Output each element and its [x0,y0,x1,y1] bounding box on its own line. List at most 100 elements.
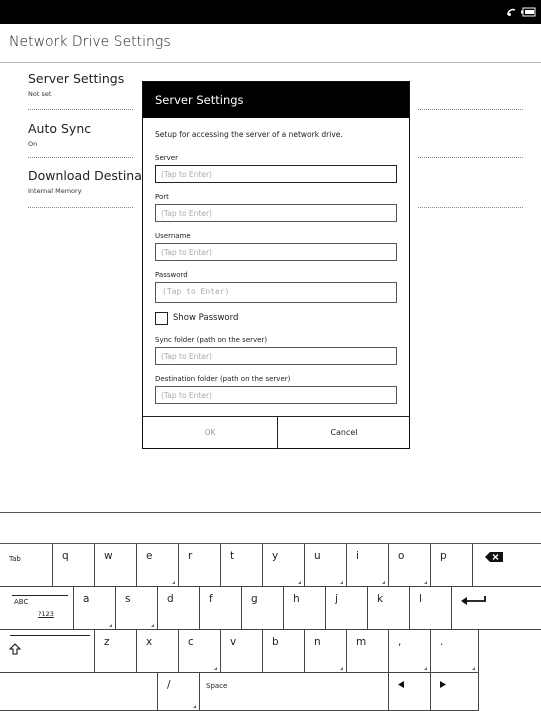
key-h[interactable]: h [284,587,326,630]
password-input[interactable]: (Tap to Enter) [155,282,397,303]
key-d[interactable]: d [158,587,200,630]
key-label: Tab [9,555,21,563]
key-b[interactable]: b [263,630,305,673]
key-right-arrow[interactable] [431,673,479,711]
divider [28,109,133,110]
key-enter[interactable] [452,587,541,630]
key-r[interactable]: r [179,544,221,587]
key-label: h [293,593,300,605]
key-label: j [335,593,338,605]
key-j[interactable]: j [326,587,368,630]
destination-folder-input[interactable]: (Tap to Enter) [155,386,397,404]
ok-button[interactable]: OK [143,417,277,449]
accent-marker [472,667,475,670]
title-bar: Network Drive Settings [0,24,541,63]
setting-title: Download Destina [28,168,142,183]
port-input[interactable]: (Tap to Enter) [155,204,397,222]
key-c[interactable]: c [179,630,221,673]
key-l[interactable]: l [410,587,452,630]
key-e[interactable]: e [137,544,179,587]
key-label: t [230,550,235,562]
dialog-header: Server Settings [143,82,409,118]
accent-marker [193,705,196,708]
password-label: Password [155,271,188,279]
backspace-icon [485,552,503,562]
key-y[interactable]: y [263,544,305,587]
setting-title: Server Settings [28,71,125,86]
username-input[interactable]: (Tap to Enter) [155,243,397,261]
key-u[interactable]: u [305,544,347,587]
server-settings-dialog: Server Settings Setup for accessing the … [142,81,410,449]
key-label: s [125,593,131,605]
cancel-button[interactable]: Cancel [277,417,410,449]
key-label: w [104,550,113,562]
key-divider-line [10,635,90,636]
key-label: . [440,636,444,648]
key-backspace[interactable] [473,544,541,587]
key-f[interactable]: f [200,587,242,630]
key-label: p [440,550,447,562]
key-comma[interactable]: , [389,630,431,673]
left-arrow-icon [398,681,404,688]
wifi-icon [507,8,516,16]
username-label: Username [155,232,191,240]
key-label: k [377,593,384,605]
key-label: / [167,679,171,691]
key-label: l [419,593,422,605]
key-p[interactable]: p [431,544,473,587]
key-label: n [314,636,321,648]
right-arrow-icon [440,681,446,688]
sync-folder-input[interactable]: (Tap to Enter) [155,347,397,365]
key-m[interactable]: m [347,630,389,673]
setting-value: On [28,140,38,148]
accent-marker [109,624,112,627]
setting-download-destination[interactable]: Download Destina Internal Memory [28,168,142,195]
key-label: x [146,636,153,648]
key-left-arrow[interactable] [389,673,431,711]
key-k[interactable]: k [368,587,410,630]
key-w[interactable]: w [95,544,137,587]
key-label: o [398,550,405,562]
key-shift[interactable] [0,630,95,673]
divider [28,157,133,158]
key-o[interactable]: o [389,544,431,587]
key-period[interactable]: . [431,630,479,673]
divider [418,109,523,110]
setting-auto-sync[interactable]: Auto Sync On [28,121,133,148]
key-label: d [167,593,174,605]
on-screen-keyboard: Tab q w e r t y u i o p ABC ?123 a s d f… [0,544,541,711]
key-label: , [398,636,402,648]
dialog-description: Setup for accessing the server of a netw… [155,130,343,139]
key-space[interactable]: Space [200,673,389,711]
keyboard-input-strip [0,512,541,544]
key-tab[interactable]: Tab [0,544,53,587]
page-title: Network Drive Settings [9,34,171,50]
setting-value: Not set [28,90,52,98]
key-label: i [356,550,359,562]
status-bar [0,0,541,24]
setting-server[interactable]: Server Settings Not set [28,71,133,98]
key-v[interactable]: v [221,630,263,673]
key-z[interactable]: z [95,630,137,673]
show-password-label[interactable]: Show Password [173,313,238,323]
key-q[interactable]: q [53,544,95,587]
key-g[interactable]: g [242,587,284,630]
key-i[interactable]: i [347,544,389,587]
key-blank[interactable] [0,673,158,711]
key-label: g [251,593,258,605]
key-slash[interactable]: / [158,673,200,711]
key-n[interactable]: n [305,630,347,673]
key-label-123: ?123 [38,610,54,618]
server-input[interactable]: (Tap to Enter) [155,165,397,183]
key-t[interactable]: t [221,544,263,587]
show-password-checkbox[interactable] [155,312,168,325]
key-a[interactable]: a [74,587,116,630]
key-s[interactable]: s [116,587,158,630]
key-label: y [272,550,279,562]
accent-marker [382,581,385,584]
key-label: u [314,550,321,562]
destination-folder-label: Destination folder (path on the server) [155,375,291,383]
key-abc-123[interactable]: ABC ?123 [0,587,74,630]
key-x[interactable]: x [137,630,179,673]
key-label: r [188,550,193,562]
